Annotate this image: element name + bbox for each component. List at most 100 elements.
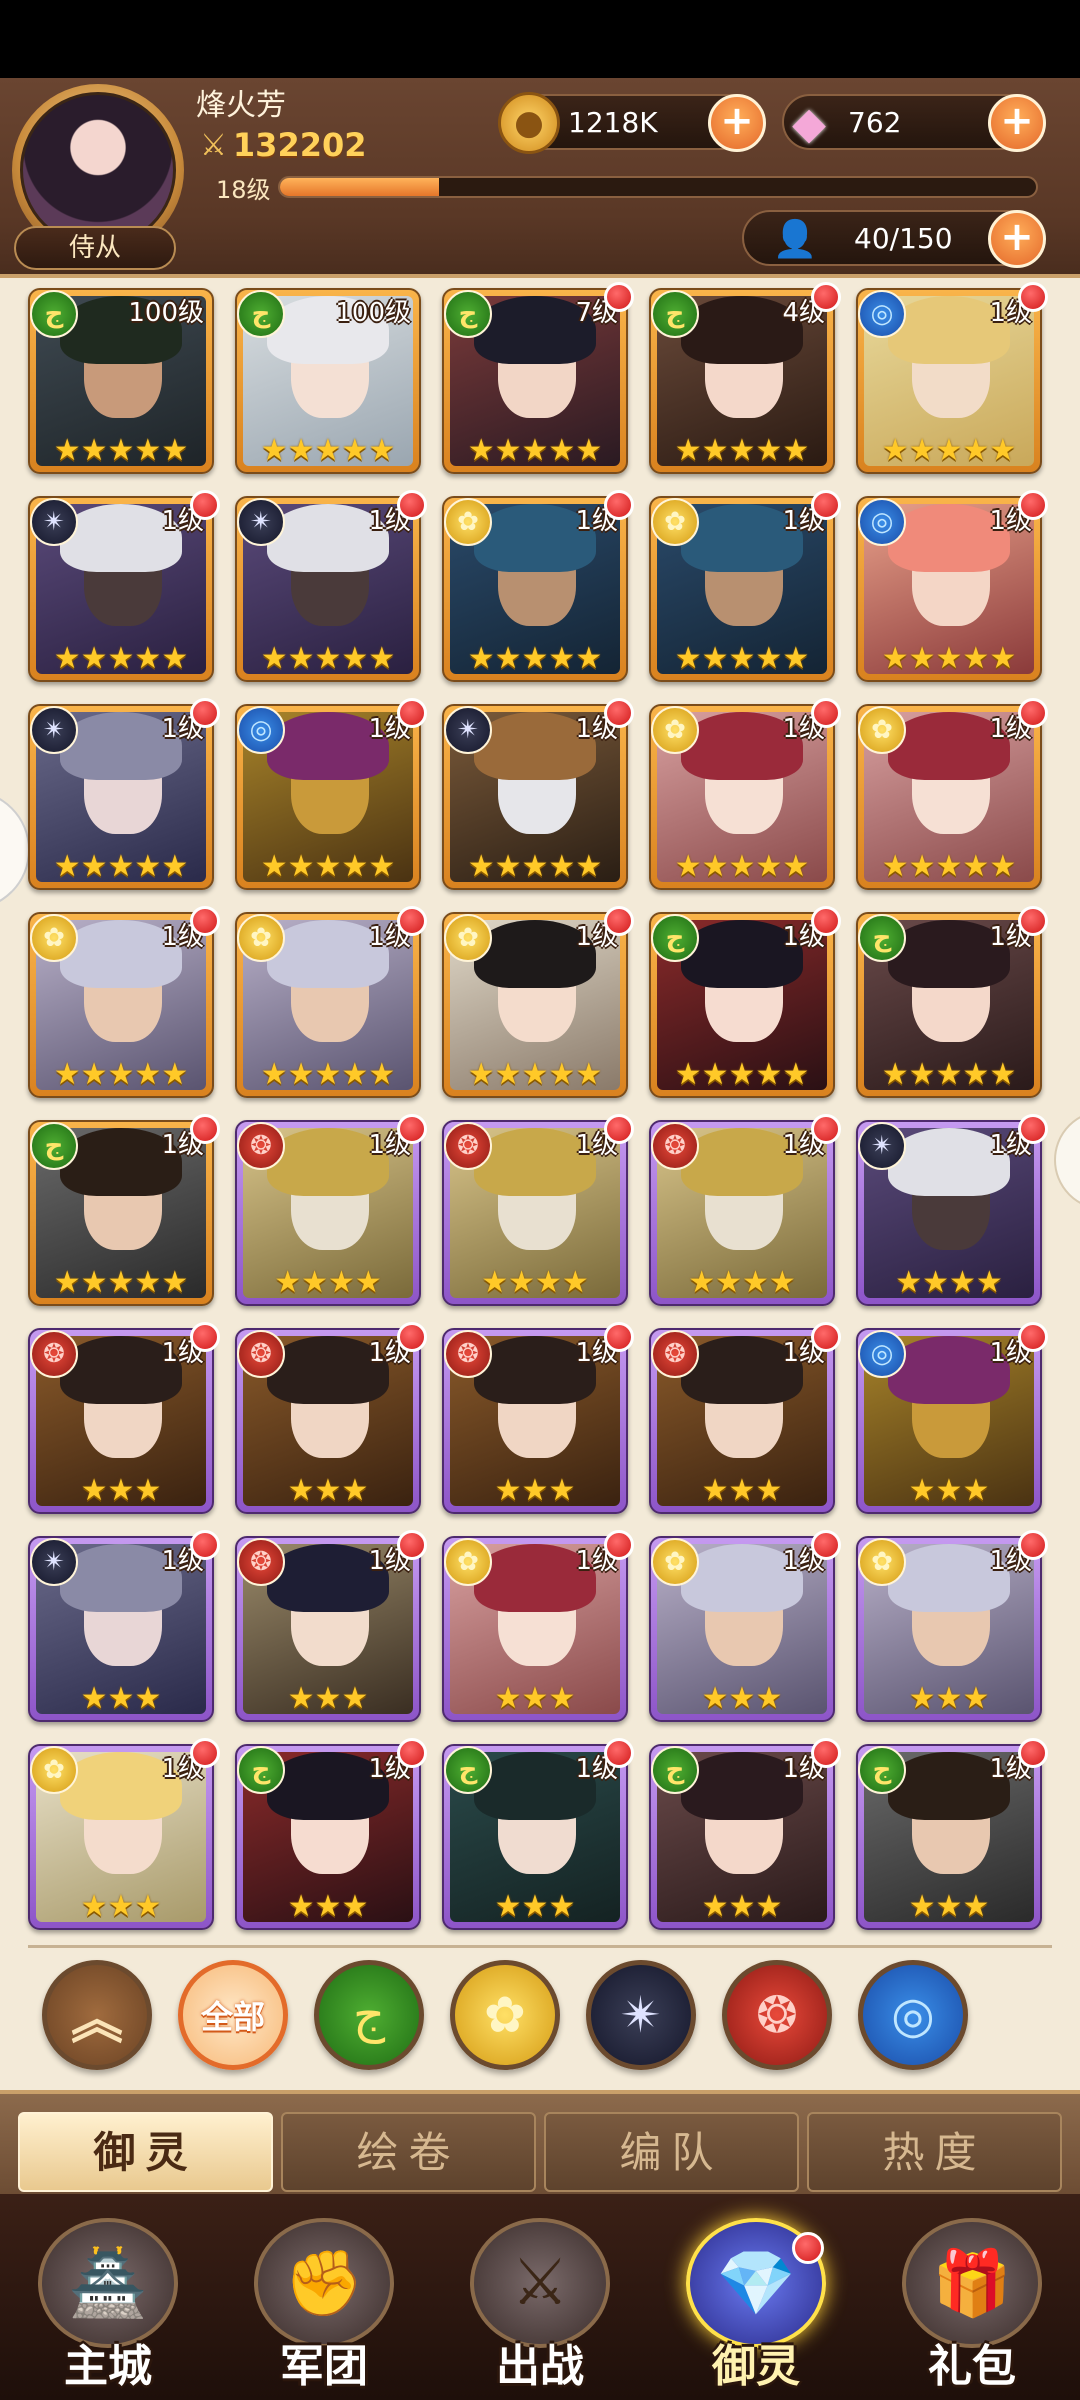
notification-dot	[604, 1530, 634, 1560]
filter-wind-icon[interactable]: ج	[314, 1960, 424, 2070]
hero-card[interactable]: ✿ 1级 ★★★★★	[442, 906, 634, 1098]
hero-card[interactable]: ✿ 1级 ★★★★★	[28, 906, 220, 1098]
dark-element-icon: ✴	[30, 498, 78, 546]
filter-all[interactable]: 全部	[178, 1960, 288, 2070]
battle-gate-icon: ⚔	[470, 2218, 610, 2348]
star-rating: ★★★	[701, 1473, 783, 1508]
tab-spirits[interactable]: 御灵	[18, 2112, 273, 2192]
hero-card[interactable]: ج 1级 ★★★	[649, 1738, 841, 1930]
hero-card[interactable]: ❂ 1级 ★★★	[235, 1530, 427, 1722]
hero-card[interactable]: ج 1级 ★★★★★	[649, 906, 841, 1098]
star-rating: ★★★★★	[674, 1057, 810, 1092]
hero-card[interactable]: ج 1级 ★★★★★	[856, 906, 1048, 1098]
hero-card[interactable]: ❂ 1级 ★★★	[649, 1322, 841, 1514]
hero-card[interactable]: ج 1级 ★★★	[442, 1738, 634, 1930]
gold-value: 1218K	[568, 106, 658, 139]
star-rating: ★★★	[701, 1681, 783, 1716]
power-value: 132202	[232, 126, 367, 164]
nav-battle[interactable]: ⚔ 出战	[442, 2198, 638, 2394]
hero-card[interactable]: ◎ 1级 ★★★	[856, 1322, 1048, 1514]
nav-guild[interactable]: ✊ 军团	[226, 2198, 422, 2394]
add-gem-button[interactable]: +	[988, 94, 1046, 152]
hero-card[interactable]: ج 100级 ★★★★★	[235, 288, 421, 474]
filter-light-icon[interactable]: ✿	[450, 1960, 560, 2070]
hero-card[interactable]: ج 1级 ★★★	[235, 1738, 427, 1930]
hero-card[interactable]: ج 7级 ★★★★★	[442, 282, 634, 474]
hero-card[interactable]: ج 4级 ★★★★★	[649, 282, 841, 474]
notification-dot	[1018, 1114, 1048, 1144]
hero-card[interactable]: ◎ 1级 ★★★★★	[856, 490, 1048, 682]
star-rating: ★★★★★	[260, 1057, 396, 1092]
star-rating: ★★★	[80, 1681, 162, 1716]
notification-dot	[397, 698, 427, 728]
star-rating: ★★★★★	[881, 641, 1017, 676]
hero-card[interactable]: ❂ 1级 ★★★	[235, 1322, 427, 1514]
star-rating: ★★★★★	[53, 849, 189, 884]
hero-card[interactable]: ◎ 1级 ★★★★★	[856, 282, 1048, 474]
hero-card[interactable]: ✿ 1级 ★★★	[856, 1530, 1048, 1722]
light-element-icon: ✿	[858, 1538, 906, 1586]
hero-card[interactable]: ✴ 1级 ★★★★★	[28, 490, 220, 682]
hero-card[interactable]: ✿ 1级 ★★★★★	[442, 490, 634, 682]
expand-capacity-button[interactable]: +	[988, 210, 1046, 268]
star-rating: ★★★	[494, 1473, 576, 1508]
light-element-icon: ✿	[237, 914, 285, 962]
tab-formation[interactable]: 编队	[544, 2112, 799, 2192]
hero-card[interactable]: ✿ 1级 ★★★	[28, 1738, 220, 1930]
add-gold-button[interactable]: +	[708, 94, 766, 152]
notification-dot	[190, 1738, 220, 1768]
notification-dot	[811, 1322, 841, 1352]
hero-card[interactable]: ج 100级 ★★★★★	[28, 288, 214, 474]
hero-card[interactable]: ❂ 1级 ★★★★	[235, 1114, 427, 1306]
shop-stall-icon: 🎁	[902, 2218, 1042, 2348]
star-rating: ★★★	[494, 1681, 576, 1716]
nav-spirits[interactable]: 💎 御灵	[658, 2198, 854, 2394]
hero-card[interactable]: ✿ 1级 ★★★	[649, 1530, 841, 1722]
star-rating: ★★★★★	[881, 849, 1017, 884]
hero-card[interactable]: ✴ 1级 ★★★★★	[442, 698, 634, 890]
wind-element-icon: ج	[444, 1746, 492, 1794]
star-rating: ★★★★★	[260, 849, 396, 884]
hero-card[interactable]: ✿ 1级 ★★★★★	[856, 698, 1048, 890]
notification-dot	[1018, 1738, 1048, 1768]
hero-card[interactable]: ❂ 1级 ★★★★	[442, 1114, 634, 1306]
hero-card[interactable]: ✴ 1级 ★★★★	[856, 1114, 1048, 1306]
dark-element-icon: ✴	[858, 1122, 906, 1170]
wind-element-icon: ج	[30, 290, 78, 338]
gold-resource: ● 1218K +	[498, 92, 766, 154]
hero-card[interactable]: ❂ 1级 ★★★★	[649, 1114, 841, 1306]
notification-dot	[190, 906, 220, 936]
light-element-icon: ✿	[444, 1538, 492, 1586]
side-pull-tab[interactable]	[0, 790, 30, 910]
hero-card[interactable]: ✴ 1级 ★★★★★	[235, 490, 427, 682]
collapse-button[interactable]: ︽	[42, 1960, 152, 2070]
hero-card[interactable]: ❂ 1级 ★★★	[442, 1322, 634, 1514]
notification-dot	[604, 1738, 634, 1768]
hero-card[interactable]: ✴ 1级 ★★★	[28, 1530, 220, 1722]
notification-dot	[811, 1530, 841, 1560]
player-level: 18级	[216, 176, 271, 204]
hero-card[interactable]: ✿ 1级 ★★★★★	[649, 698, 841, 890]
dark-element-icon: ✴	[30, 706, 78, 754]
filter-dark-icon[interactable]: ✴	[586, 1960, 696, 2070]
star-rating: ★★★	[701, 1889, 783, 1924]
light-element-icon: ✿	[651, 706, 699, 754]
side-pull-tab-right[interactable]	[1054, 1110, 1080, 1210]
nav-label: 御灵	[712, 2341, 800, 2392]
hero-card[interactable]: ◎ 1级 ★★★★★	[235, 698, 427, 890]
hero-card[interactable]: ج 1级 ★★★★★	[28, 1114, 220, 1306]
hero-card[interactable]: ✿ 1级 ★★★★★	[649, 490, 841, 682]
hero-card[interactable]: ج 1级 ★★★	[856, 1738, 1048, 1930]
star-rating: ★★★	[80, 1473, 162, 1508]
hero-card[interactable]: ❂ 1级 ★★★	[28, 1322, 220, 1514]
nav-main-city[interactable]: 🏯 主城	[10, 2198, 206, 2394]
nav-gift[interactable]: 🎁 礼包	[874, 2198, 1070, 2394]
hero-card[interactable]: ✿ 1级 ★★★★★	[235, 906, 427, 1098]
tab-scrolls[interactable]: 绘卷	[281, 2112, 536, 2192]
wind-element-icon: ج	[30, 1122, 78, 1170]
hero-card[interactable]: ✴ 1级 ★★★★★	[28, 698, 220, 890]
hero-card[interactable]: ✿ 1级 ★★★	[442, 1530, 634, 1722]
filter-fire-icon[interactable]: ❂	[722, 1960, 832, 2070]
tab-popularity[interactable]: 热度	[807, 2112, 1062, 2192]
filter-water-icon[interactable]: ◎	[858, 1960, 968, 2070]
